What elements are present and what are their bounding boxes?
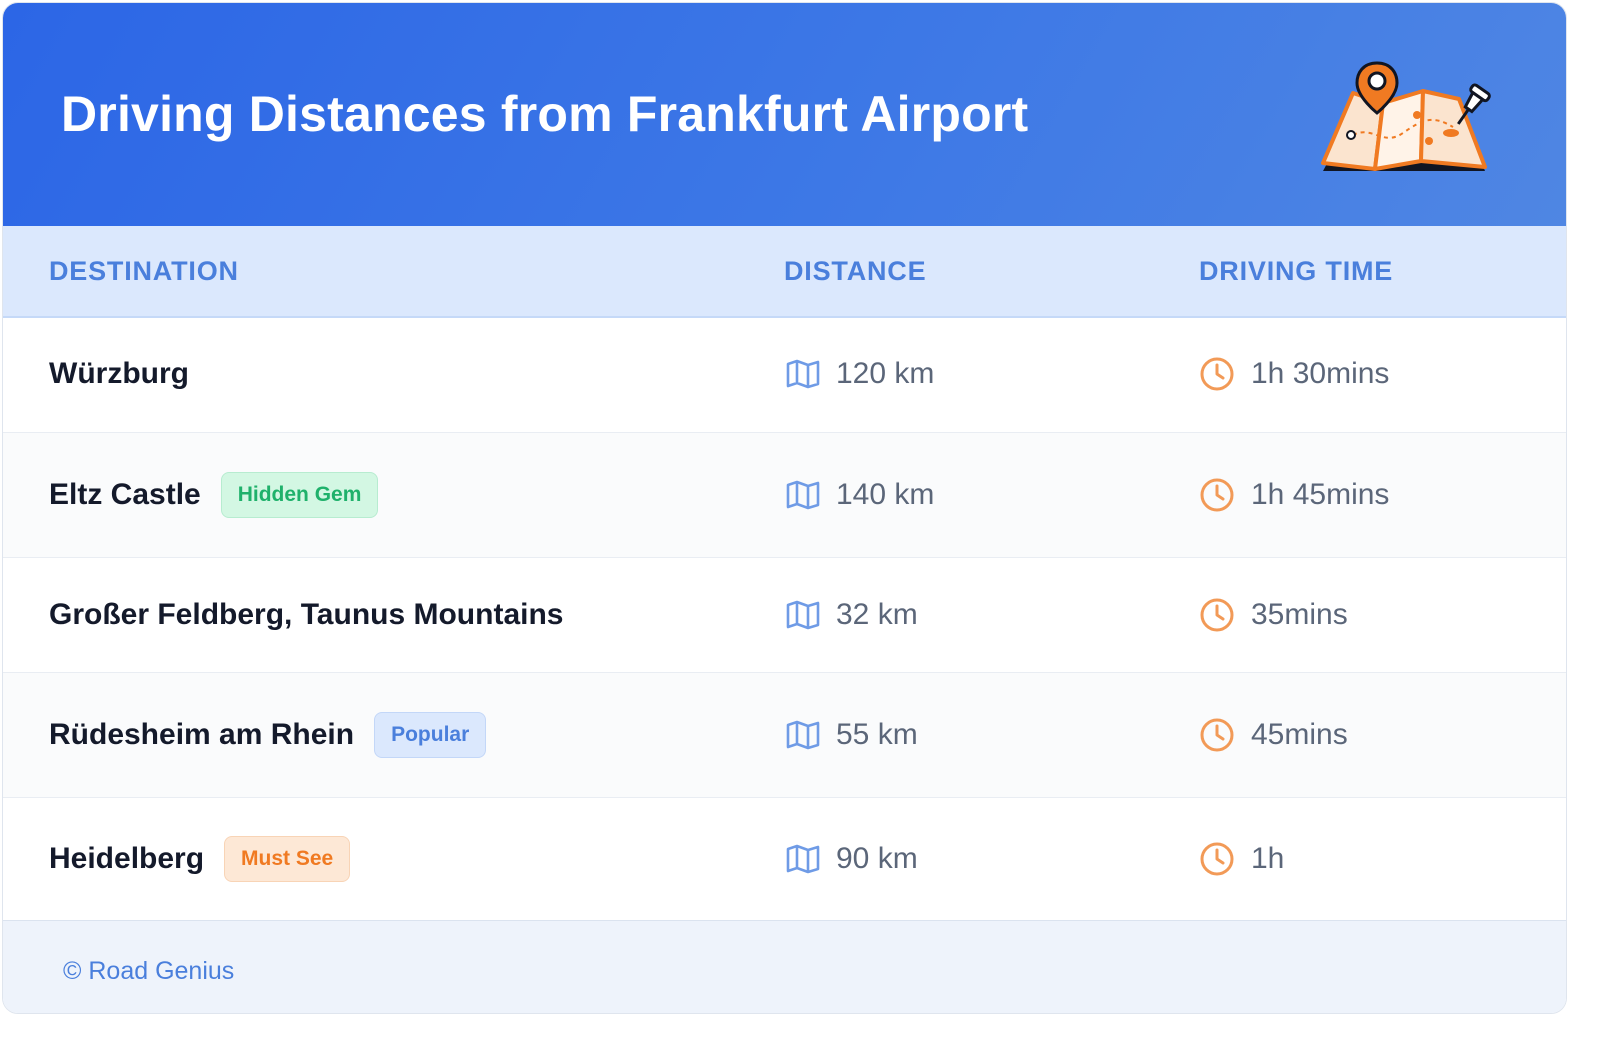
table-row: Großer Feldberg, Taunus Mountains 32 km … <box>3 558 1566 673</box>
distance-value: 120 km <box>836 357 935 390</box>
map-icon <box>786 720 820 750</box>
destination-cell: Heidelberg Must See <box>49 798 351 920</box>
driving-time-value: 35mins <box>1251 598 1348 631</box>
badge-popular: Popular <box>374 712 487 758</box>
table-header: DESTINATION DISTANCE DRIVING TIME <box>3 226 1566 318</box>
time-cell: 1h 30mins <box>1199 316 1389 432</box>
time-cell: 35mins <box>1199 558 1348 672</box>
time-cell: 45mins <box>1199 673 1348 797</box>
table-row: Würzburg 120 km 1h 30mins <box>3 316 1566 433</box>
badge-hidden-gem: Hidden Gem <box>220 472 379 518</box>
map-with-pins-icon <box>1313 55 1493 175</box>
distance-cell: 55 km <box>786 673 918 797</box>
clock-icon <box>1199 477 1235 513</box>
driving-time-value: 45mins <box>1251 718 1348 751</box>
table-row: Heidelberg Must See 90 km 1h <box>3 798 1566 920</box>
table-row: Eltz Castle Hidden Gem 140 km 1h 45mins <box>3 433 1566 558</box>
clock-icon <box>1199 717 1235 753</box>
column-header-driving-time: DRIVING TIME <box>1199 256 1394 286</box>
clock-icon <box>1199 841 1235 877</box>
distance-cell: 140 km <box>786 433 934 557</box>
distance-cell: 120 km <box>786 316 934 432</box>
distance-value: 55 km <box>836 718 918 751</box>
page-title: Driving Distances from Frankfurt Airport <box>61 86 1029 142</box>
clock-icon <box>1199 597 1235 633</box>
destination-cell: Eltz Castle Hidden Gem <box>49 433 379 557</box>
column-header-destination: DESTINATION <box>49 256 239 286</box>
distance-cell: 90 km <box>786 798 918 920</box>
driving-time-value: 1h 45mins <box>1251 478 1390 511</box>
destination-name: Würzburg <box>49 357 189 390</box>
copyright-text: © Road Genius <box>63 957 235 985</box>
footer: © Road Genius <box>3 920 1566 1013</box>
destination-cell: Großer Feldberg, Taunus Mountains <box>49 558 563 672</box>
destination-name: Großer Feldberg, Taunus Mountains <box>49 598 564 631</box>
driving-time-value: 1h 30mins <box>1251 357 1390 390</box>
map-icon <box>786 359 820 389</box>
distance-cell: 32 km <box>786 558 918 672</box>
map-icon <box>786 844 820 874</box>
column-header-distance: DISTANCE <box>784 256 927 286</box>
distance-table-card: Driving Distances from Frankfurt Airport <box>2 2 1567 1014</box>
time-cell: 1h 45mins <box>1199 433 1389 557</box>
destination-name: Eltz Castle <box>49 478 201 511</box>
distance-value: 90 km <box>836 842 918 875</box>
destination-name: Rüdesheim am Rhein <box>49 718 355 751</box>
destination-cell: Würzburg <box>49 316 189 432</box>
distance-value: 32 km <box>836 598 918 631</box>
table-row: Rüdesheim am Rhein Popular 55 km 45mins <box>3 673 1566 798</box>
badge-must-see: Must See <box>224 836 351 882</box>
clock-icon <box>1199 356 1235 392</box>
distance-value: 140 km <box>836 478 935 511</box>
map-icon <box>786 600 820 630</box>
destination-name: Heidelberg <box>49 842 205 875</box>
map-icon <box>786 480 820 510</box>
destination-cell: Rüdesheim am Rhein Popular <box>49 673 487 797</box>
time-cell: 1h <box>1199 798 1284 920</box>
driving-time-value: 1h <box>1251 842 1285 875</box>
header-banner: Driving Distances from Frankfurt Airport <box>3 3 1566 226</box>
